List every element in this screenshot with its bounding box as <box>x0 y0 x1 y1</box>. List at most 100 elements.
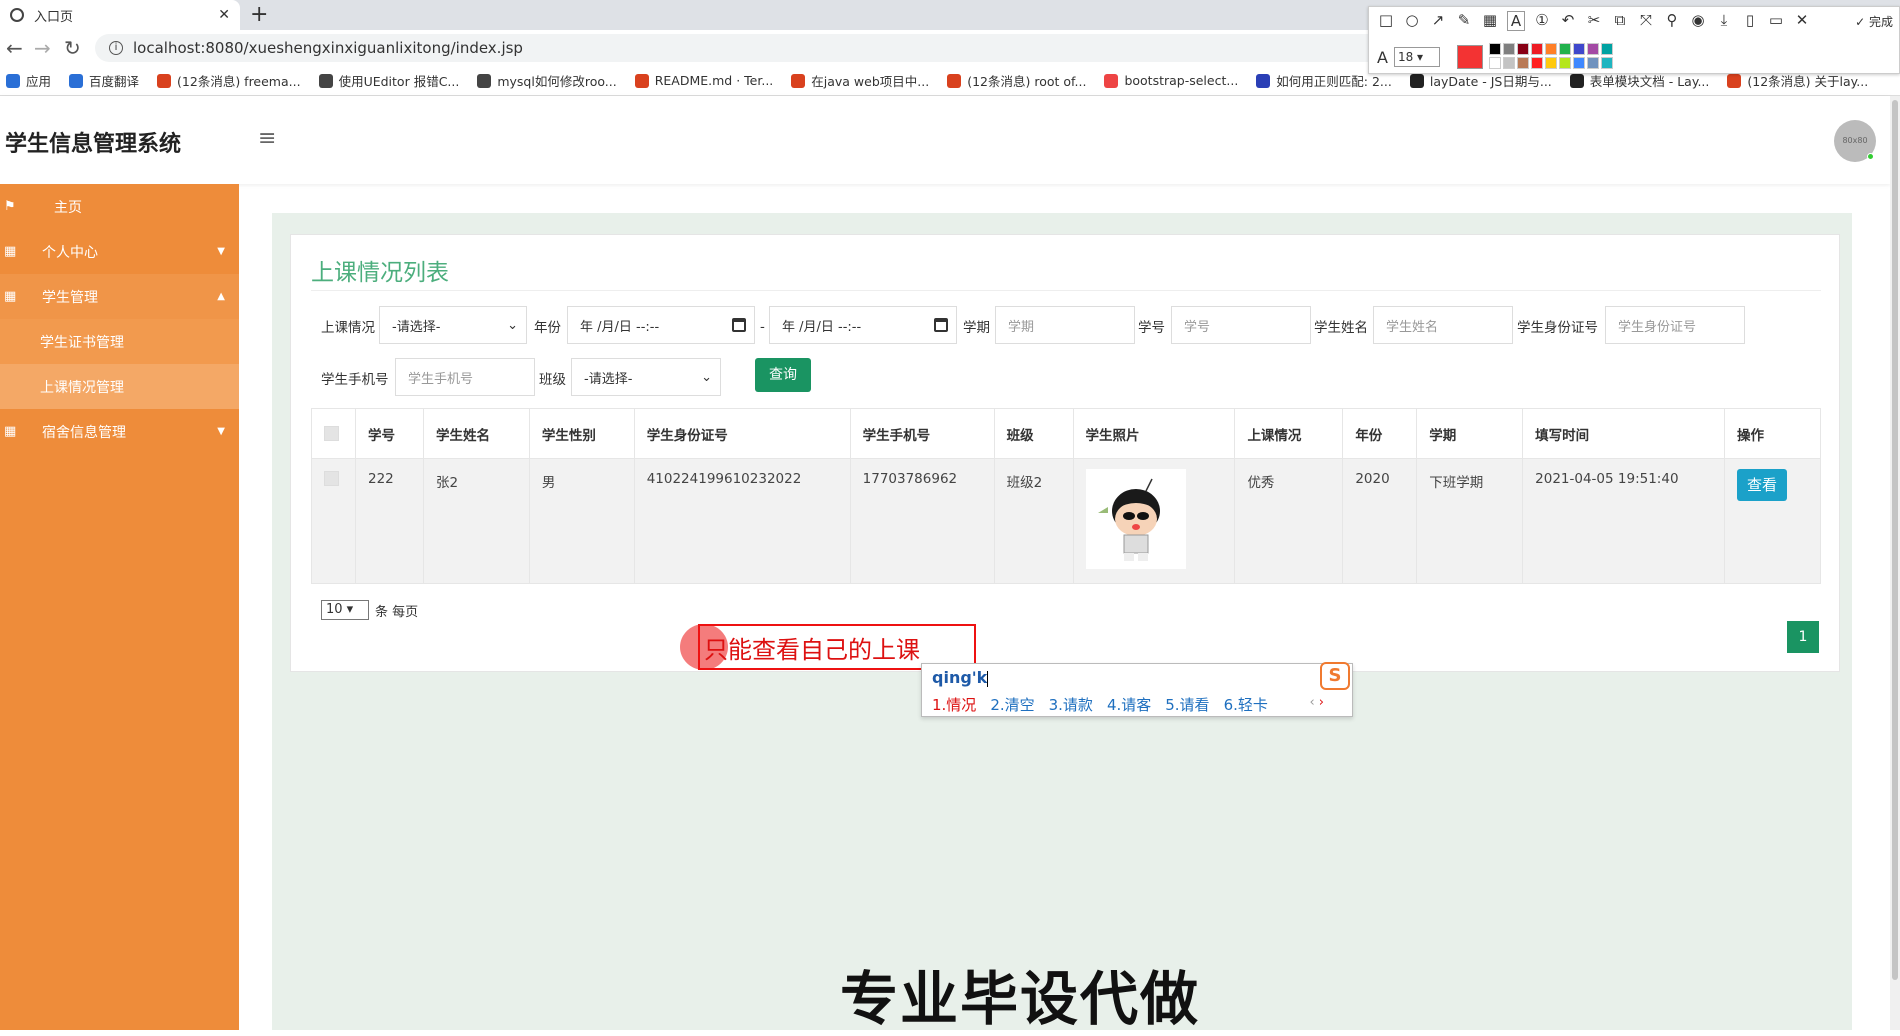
column-header: 学生手机号 <box>849 408 995 459</box>
color-swatch[interactable] <box>1573 43 1585 55</box>
page-scrollbar[interactable] <box>1890 96 1900 1030</box>
id-card-input[interactable]: 学生身份证号 <box>1605 306 1745 344</box>
bookmark-item[interactable]: mysql如何修改roo... <box>477 71 617 90</box>
scrollbar-thumb[interactable] <box>1892 100 1898 980</box>
class-select[interactable]: -请选择- ⌄ <box>571 358 721 396</box>
ime-candidate[interactable]: 1.情况 <box>932 694 976 715</box>
sidebar-item-attendance-management[interactable]: 上课情况管理 <box>0 364 239 409</box>
bookmark-item[interactable]: bootstrap-select... <box>1104 73 1238 88</box>
color-swatch[interactable] <box>1531 43 1543 55</box>
year-end-date-input[interactable]: 年 /月/日 --:-- <box>769 306 957 344</box>
bookmark-item[interactable]: 在java web项目中... <box>791 71 929 90</box>
bookmark-item[interactable]: 百度翻译 <box>69 71 139 90</box>
color-swatch[interactable] <box>1601 57 1613 69</box>
phone-icon[interactable]: ▯ <box>1741 11 1759 31</box>
pen-tool-icon[interactable]: ✎ <box>1455 11 1473 31</box>
phone-input[interactable]: 学生手机号 <box>395 358 535 396</box>
select-all-checkbox[interactable] <box>324 426 339 441</box>
row-select-cell <box>311 458 356 584</box>
calendar-icon[interactable] <box>732 318 746 332</box>
color-swatch[interactable] <box>1517 43 1529 55</box>
sidebar-item-label: 个人中心 <box>42 244 98 261</box>
color-swatch[interactable] <box>1601 43 1613 55</box>
color-swatch[interactable] <box>1489 43 1501 55</box>
color-swatch[interactable] <box>1489 57 1501 69</box>
bookmark-item[interactable]: README.md · Ter... <box>634 73 773 88</box>
status-select[interactable]: -请选择- ⌄ <box>379 306 527 344</box>
bookmark-icon[interactable]: ▭ <box>1767 11 1785 31</box>
reload-icon[interactable]: ↻ <box>64 36 81 60</box>
query-button[interactable]: 查询 <box>755 358 811 392</box>
rectangle-tool-icon[interactable]: □ <box>1377 11 1395 31</box>
page-size-select[interactable]: 10 ▾ <box>321 600 369 620</box>
view-button[interactable]: 查看 <box>1736 469 1787 501</box>
ocr-icon[interactable]: ⧉ <box>1611 11 1629 31</box>
current-color-swatch[interactable] <box>1457 45 1483 69</box>
term-input[interactable]: 学期 <box>995 306 1135 344</box>
long-screenshot-icon[interactable]: ⚲ <box>1663 11 1681 31</box>
download-icon[interactable]: ⤓ <box>1715 11 1733 31</box>
pin-icon[interactable]: ✂ <box>1585 11 1603 31</box>
year-start-date-input[interactable]: 年 /月/日 --:-- <box>567 306 755 344</box>
ime-candidate[interactable]: 4.请客 <box>1107 694 1151 715</box>
font-size-select[interactable]: 18 ▾ <box>1393 47 1440 67</box>
student-name-input[interactable]: 学生姓名 <box>1373 306 1513 344</box>
avatar[interactable]: 80x80 <box>1834 120 1876 162</box>
ellipse-tool-icon[interactable]: ○ <box>1403 11 1421 31</box>
ime-candidate[interactable]: 2.清空 <box>990 694 1034 715</box>
forward-arrow-icon[interactable]: → <box>34 36 51 60</box>
text-tool-icon[interactable]: A <box>1507 11 1525 31</box>
cell-fill-time: 2021-04-05 19:51:40 <box>1522 458 1725 584</box>
done-button[interactable]: ✓ 完成 <box>1855 13 1893 30</box>
color-swatch[interactable] <box>1531 57 1543 69</box>
undo-icon[interactable]: ↶ <box>1559 11 1577 31</box>
bookmark-item[interactable]: (12条消息) root of... <box>947 71 1086 90</box>
color-swatch[interactable] <box>1503 43 1515 55</box>
color-swatch[interactable] <box>1559 57 1571 69</box>
bookmark-favicon-icon <box>791 73 806 88</box>
bookmark-item[interactable]: 使用UEditor 报错C... <box>318 71 459 90</box>
close-tab-icon[interactable]: ✕ <box>218 7 230 23</box>
column-header: 学生姓名 <box>422 408 530 459</box>
color-swatch[interactable] <box>1503 57 1515 69</box>
chevron-right-icon[interactable]: › <box>1319 695 1324 710</box>
sidebar-item-dorm-management[interactable]: ▦ 宿舍信息管理 ▼ <box>0 409 239 454</box>
table-row: 222 张2 男 410224199610232022 17703786962 … <box>311 458 1822 584</box>
color-swatch[interactable] <box>1517 57 1529 69</box>
ime-candidate[interactable]: 3.请款 <box>1049 694 1093 715</box>
number-tool-icon[interactable]: ① <box>1533 11 1551 31</box>
column-header: 填写时间 <box>1522 408 1725 459</box>
back-arrow-icon[interactable]: ← <box>6 36 23 60</box>
page-button-1[interactable]: 1 <box>1787 621 1819 653</box>
sidebar-item-home[interactable]: ⚑ 主页 <box>0 184 239 229</box>
arrow-tool-icon[interactable]: ↗ <box>1429 11 1447 31</box>
color-swatch[interactable] <box>1545 43 1557 55</box>
chevron-left-icon[interactable]: ‹ <box>1309 695 1314 710</box>
color-swatch[interactable] <box>1545 57 1557 69</box>
ime-page-nav[interactable]: ‹ › <box>1309 695 1324 710</box>
browser-tab[interactable]: 入口页 ✕ <box>0 0 240 30</box>
bookmark-favicon-icon <box>947 73 962 88</box>
mosaic-tool-icon[interactable]: ▦ <box>1481 11 1499 31</box>
color-swatch[interactable] <box>1587 57 1599 69</box>
sidebar-item-personal-center[interactable]: ▦ 个人中心 ▼ <box>0 229 239 274</box>
color-swatch[interactable] <box>1573 57 1585 69</box>
calendar-icon[interactable] <box>934 318 948 332</box>
bookmark-item[interactable]: 应用 <box>6 71 51 90</box>
close-icon[interactable]: ✕ <box>1793 11 1811 31</box>
row-checkbox[interactable] <box>324 471 339 486</box>
color-swatch[interactable] <box>1587 43 1599 55</box>
student-id-input[interactable]: 学号 <box>1171 306 1311 344</box>
ime-candidate[interactable]: 6.轻卡 <box>1224 694 1268 715</box>
hamburger-menu-icon[interactable]: ≡ <box>258 126 276 151</box>
bookmark-item[interactable]: (12条消息) freema... <box>157 71 301 90</box>
column-header: 学生照片 <box>1072 408 1236 459</box>
info-icon[interactable]: i <box>109 41 123 55</box>
color-swatch[interactable] <box>1559 43 1571 55</box>
ime-candidate[interactable]: 5.请看 <box>1165 694 1209 715</box>
record-icon[interactable]: ◉ <box>1689 11 1707 31</box>
translate-icon[interactable]: ⤧ <box>1637 11 1655 31</box>
new-tab-button[interactable]: + <box>250 2 268 27</box>
sidebar-item-certificate-management[interactable]: 学生证书管理 <box>0 319 239 364</box>
sidebar-item-student-management[interactable]: ▦ 学生管理 ▲ <box>0 274 239 319</box>
